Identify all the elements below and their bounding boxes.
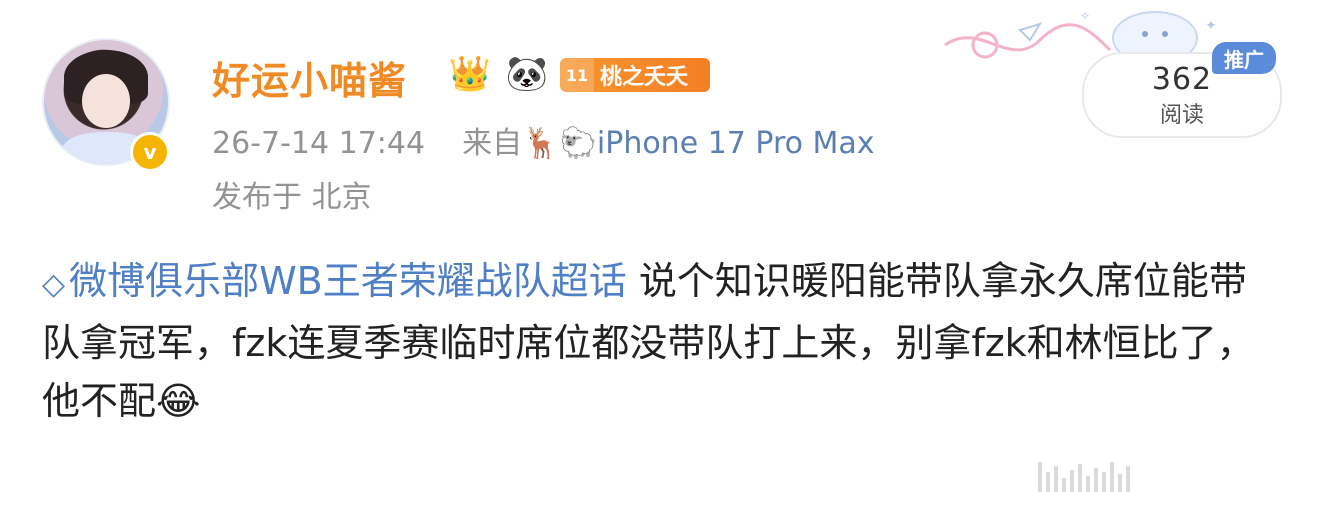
promo-tag[interactable]: 推广 (1212, 42, 1276, 74)
username[interactable]: 好运小喵酱 (212, 50, 407, 105)
laughing-emoji-icon: 😂 (156, 379, 201, 423)
watermark (1038, 456, 1298, 492)
verified-icon: v (130, 132, 170, 172)
fan-badge-label: 桃之夭夭 (600, 65, 689, 90)
source-emoji-icon: 🦌🐑 (522, 126, 597, 161)
fan-badge-level: 11 (560, 58, 594, 92)
source-prefix: 来自 (462, 126, 523, 161)
crown-icon[interactable]: 👑 (440, 54, 500, 94)
post-timestamp: 26-7-14 17:44 (212, 126, 426, 161)
post-content: ◇ 微博俱乐部WB王者荣耀战队超话 说个知识暖阳能带队拿永久席位能带队拿冠军，fz… (42, 252, 1278, 430)
post-meta: 26-7-14 17:44 来自🦌🐑iPhone 17 Pro Max (212, 118, 875, 162)
diamond-icon: ◇ (42, 267, 66, 302)
post-location: 发布于 北京 (212, 180, 372, 215)
svg-text:✦: ✦ (1205, 18, 1217, 34)
device-link[interactable]: iPhone 17 Pro Max (597, 126, 875, 161)
avatar-face (82, 74, 130, 128)
supertopic-link[interactable]: ◇ 微博俱乐部WB王者荣耀战队超话 (42, 259, 627, 303)
supertopic-label[interactable]: 微博俱乐部WB王者荣耀战队超话 (69, 259, 627, 303)
svg-text:✧: ✧ (1080, 9, 1090, 23)
fan-badge[interactable]: 11 桃之夭夭 (560, 58, 710, 92)
panda-icon[interactable]: 🐼 (504, 54, 550, 94)
read-label: 阅读 (1159, 103, 1204, 128)
